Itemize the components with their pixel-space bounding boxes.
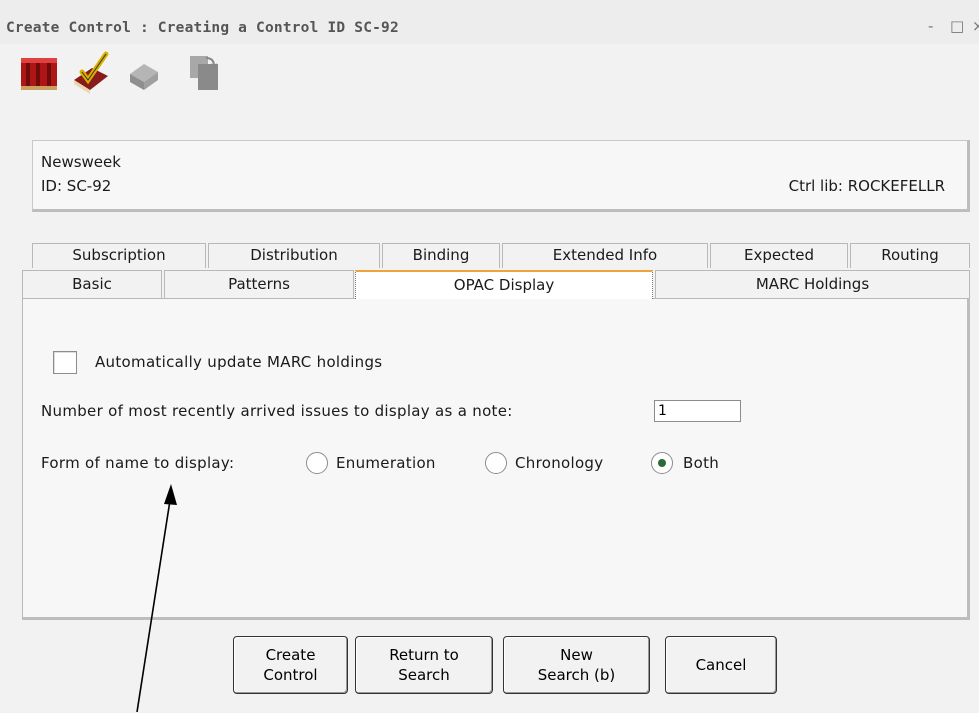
create-control-line1: Create — [265, 646, 316, 664]
tab-subscription[interactable]: Subscription — [32, 243, 206, 268]
create-control-window: Create Control : Creating a Control ID S… — [0, 0, 979, 713]
tab-marc-holdings[interactable]: MARC Holdings — [655, 270, 970, 299]
window-title: Create Control : Creating a Control ID S… — [6, 20, 399, 36]
maximize-button[interactable]: □ — [950, 17, 964, 35]
return-to-search-button[interactable]: Return to Search — [355, 636, 493, 694]
recent-issues-label: Number of most recently arrived issues t… — [41, 402, 513, 420]
tab-distribution[interactable]: Distribution — [208, 243, 380, 268]
close-button[interactable]: × — [972, 17, 979, 35]
opac-display-panel: Automatically update MARC holdings Numbe… — [22, 298, 970, 620]
cancel-button[interactable]: Cancel — [665, 636, 777, 694]
paste-icon — [182, 46, 228, 102]
radio-enumeration[interactable] — [306, 452, 328, 474]
radio-both-label: Both — [683, 454, 720, 472]
checkmark-icon[interactable] — [70, 46, 116, 102]
return-to-search-line2: Search — [398, 666, 450, 684]
control-id: ID: SC-92 — [41, 177, 112, 195]
radio-chronology[interactable] — [485, 452, 507, 474]
new-search-button[interactable]: New Search (b) — [503, 636, 650, 694]
copy-icon — [124, 46, 170, 102]
new-search-line2: Search (b) — [537, 666, 616, 684]
tab-binding[interactable]: Binding — [382, 243, 500, 268]
radio-both[interactable] — [651, 452, 673, 474]
minimize-button[interactable]: - — [928, 17, 933, 35]
new-search-line1: New — [560, 646, 593, 664]
recent-issues-input[interactable] — [654, 400, 741, 422]
auto-update-label: Automatically update MARC holdings — [95, 353, 383, 371]
tab-opac-display[interactable]: OPAC Display — [355, 270, 653, 299]
create-control-line2: Control — [263, 666, 318, 684]
auto-update-checkbox[interactable] — [53, 351, 77, 374]
title-bar[interactable]: Create Control : Creating a Control ID S… — [0, 0, 979, 44]
tab-basic[interactable]: Basic — [22, 270, 162, 299]
return-to-search-line1: Return to — [389, 646, 459, 664]
tab-patterns[interactable]: Patterns — [164, 270, 354, 299]
tab-expected[interactable]: Expected — [710, 243, 848, 268]
control-info-box: Newsweek ID: SC-92 Ctrl lib: ROCKEFELLR — [32, 140, 970, 212]
tab-routing[interactable]: Routing — [850, 243, 970, 268]
form-of-name-label: Form of name to display: — [41, 454, 235, 472]
radio-enumeration-label: Enumeration — [336, 454, 436, 472]
title-name: Newsweek — [41, 153, 121, 171]
radio-chronology-label: Chronology — [515, 454, 604, 472]
ctrl-library: Ctrl lib: ROCKEFELLR — [788, 177, 945, 195]
create-control-button[interactable]: Create Control — [233, 636, 348, 694]
tab-extended-info[interactable]: Extended Info — [502, 243, 708, 268]
books-icon[interactable] — [18, 46, 64, 102]
